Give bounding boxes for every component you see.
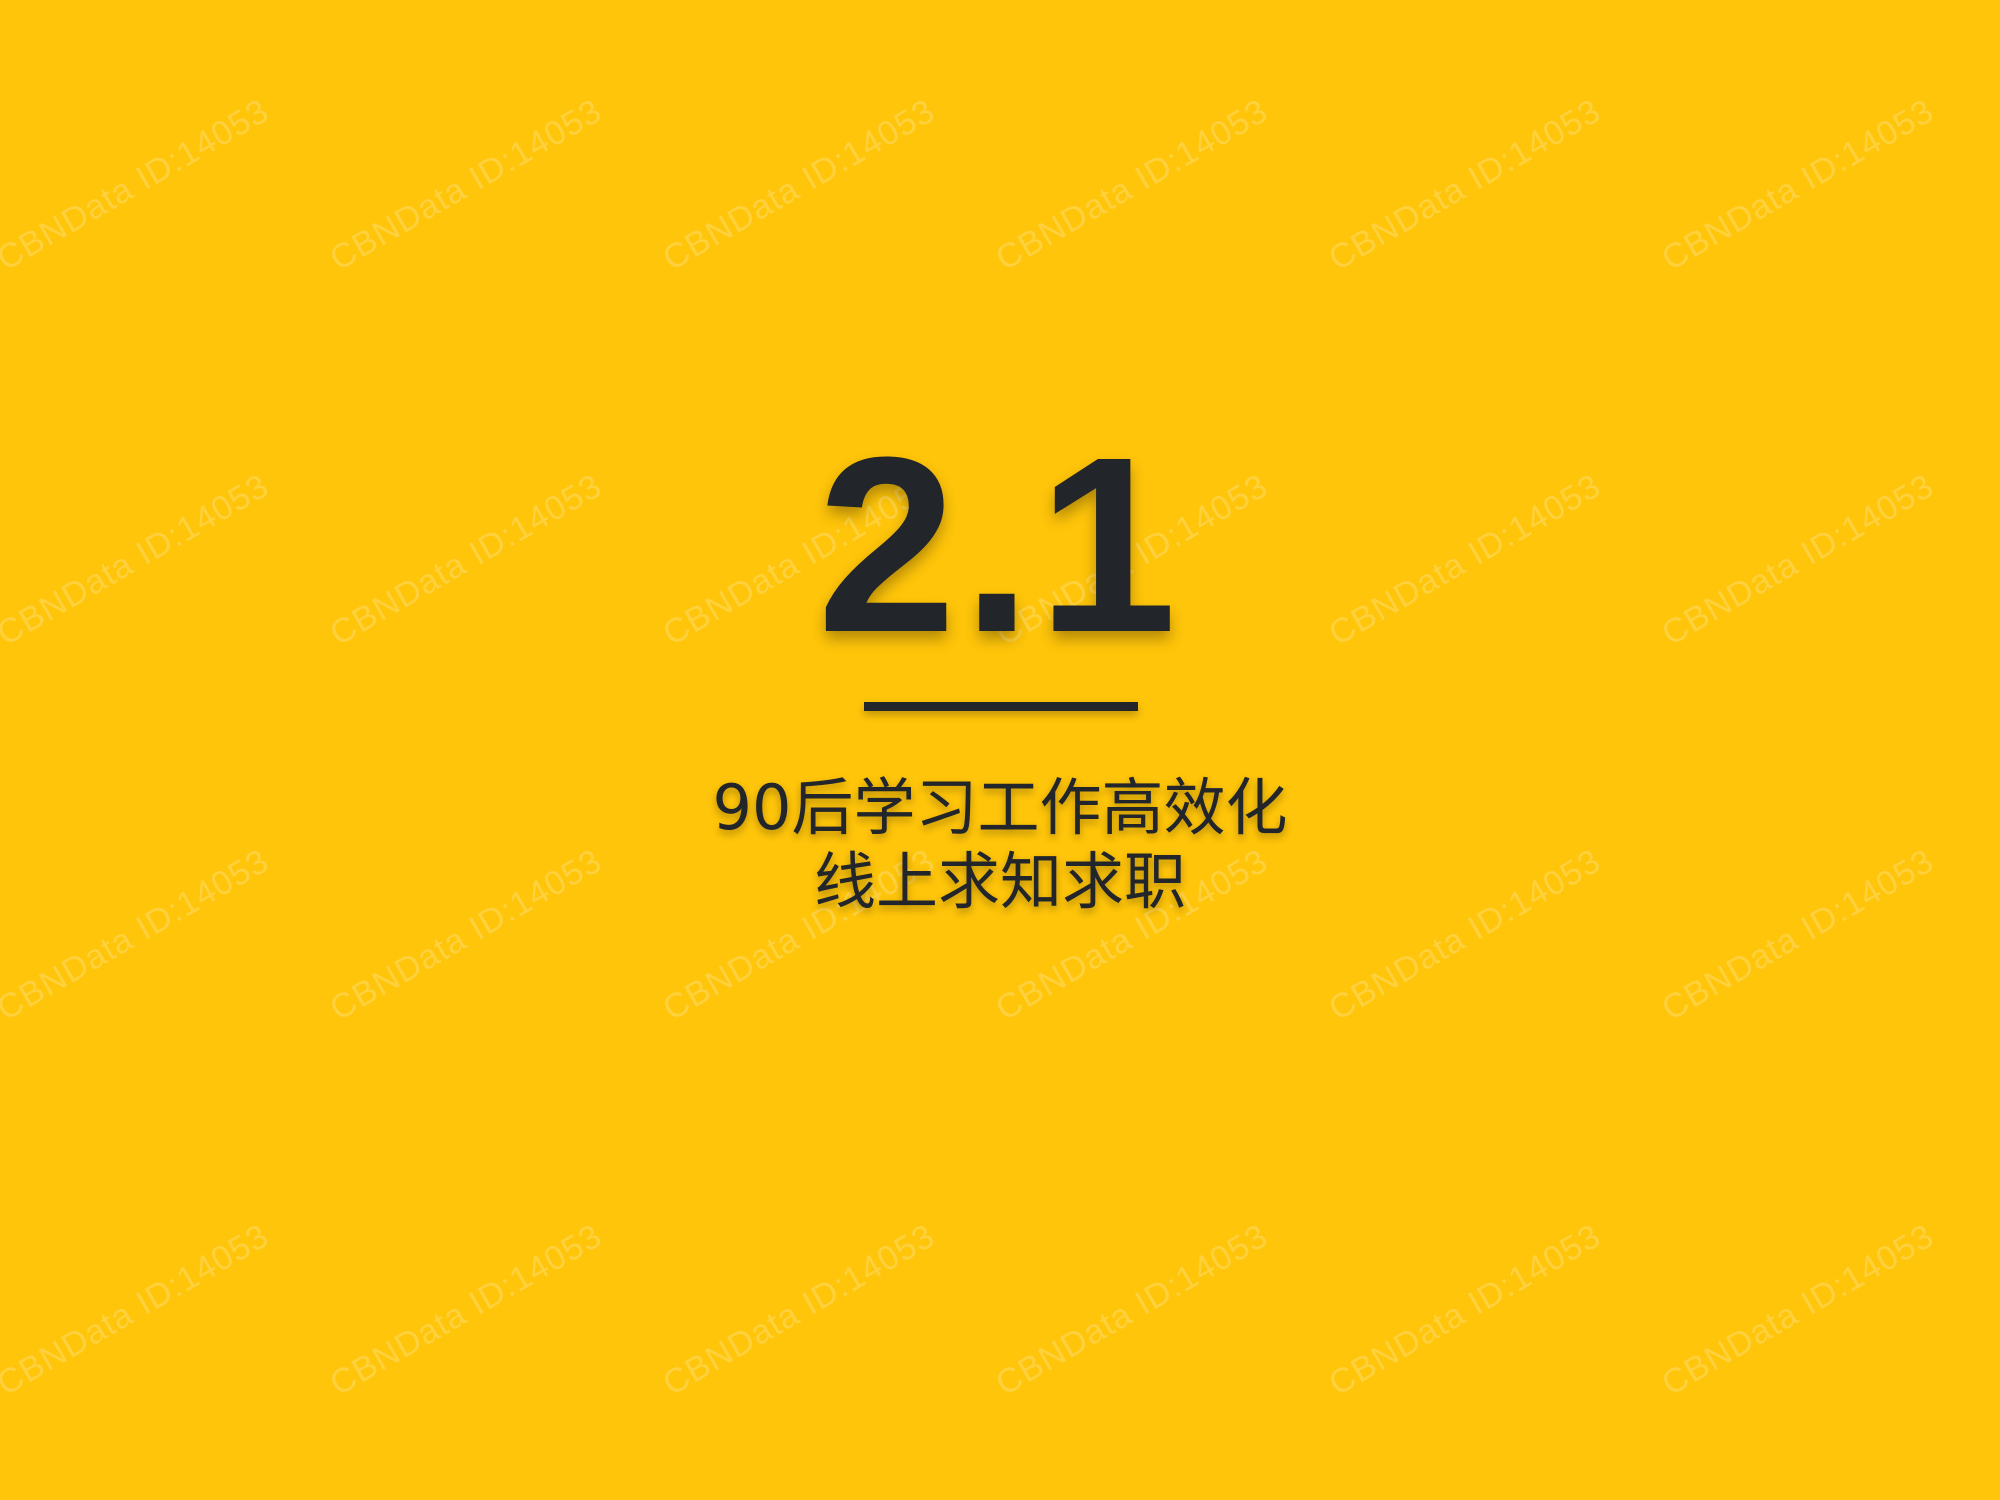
watermark-text: CBNData ID:14053 bbox=[1655, 91, 1941, 279]
subtitle-line-2: 线上求知求职 bbox=[813, 845, 1186, 918]
watermark-text: CBNData ID:14053 bbox=[0, 91, 276, 279]
watermark-text: CBNData ID:14053 bbox=[323, 1216, 609, 1404]
subtitle-line-1: 90后学习工作高效化 bbox=[712, 771, 1288, 844]
slide: CBNData ID:14053 CBNData ID:14053 CBNDat… bbox=[0, 0, 2000, 1500]
watermark-text: CBNData ID:14053 bbox=[656, 1216, 942, 1404]
watermark-text: CBNData ID:14053 bbox=[1322, 91, 1608, 279]
watermark-text: CBNData ID:14053 bbox=[989, 1216, 1275, 1404]
title-divider bbox=[864, 702, 1138, 711]
watermark-text: CBNData ID:14053 bbox=[1655, 1216, 1941, 1404]
section-number: 2.1 bbox=[817, 405, 1183, 684]
watermark-text: CBNData ID:14053 bbox=[989, 91, 1275, 279]
watermark-text: CBNData ID:14053 bbox=[656, 91, 942, 279]
watermark-text: CBNData ID:14053 bbox=[1322, 1216, 1608, 1404]
watermark-text: CBNData ID:14053 bbox=[323, 91, 609, 279]
watermark-layer: CBNData ID:14053 CBNData ID:14053 CBNDat… bbox=[0, 0, 2000, 1500]
watermark-text: CBNData ID:14053 bbox=[0, 1216, 276, 1404]
